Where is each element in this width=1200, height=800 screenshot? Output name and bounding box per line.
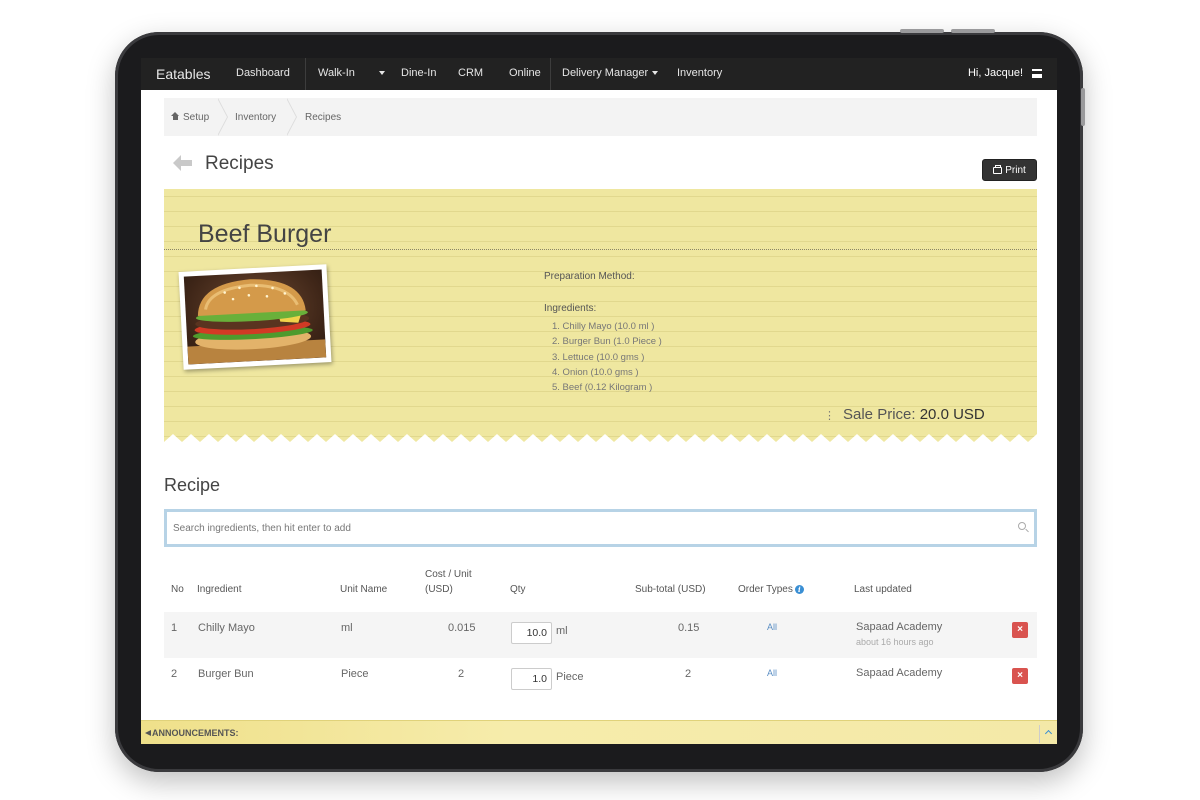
top-navbar: Eatables Dashboard Walk-In Dine-In CRM O…: [141, 58, 1057, 90]
back-arrow-icon[interactable]: [171, 154, 193, 172]
row-qty-unit: ml: [556, 625, 568, 637]
col-header-cost-usd: (USD): [425, 584, 453, 595]
nav-walk-in-label: Walk-In: [318, 67, 355, 79]
col-header-no: No: [171, 584, 184, 595]
table-row: 1 Chilly Mayo ml 0.015 ml 0.15 All Sapaa…: [164, 612, 1037, 658]
card-torn-edge: [164, 434, 1037, 442]
ingredient-item: 1. Chilly Mayo (10.0 ml ): [552, 321, 655, 332]
info-icon[interactable]: i: [794, 585, 804, 594]
breadcrumb-inventory[interactable]: Inventory: [235, 112, 276, 123]
breadcrumb-setup-label: Setup: [183, 112, 210, 123]
col-header-qty: Qty: [510, 584, 526, 595]
recipe-photo: [178, 264, 332, 370]
row-cost: 2: [458, 668, 465, 680]
col-header-unit-name: Unit Name: [340, 584, 388, 595]
col-header-cost-unit: Cost / Unit: [425, 569, 472, 580]
recipe-name: Beef Burger: [198, 220, 332, 248]
col-header-order-types-label: Order Types: [738, 584, 793, 595]
printer-icon: [993, 165, 1003, 174]
breadcrumb-recipes: Recipes: [305, 112, 342, 123]
nav-crm[interactable]: CRM: [458, 67, 483, 79]
sale-price-label: Sale Price:: [843, 406, 916, 423]
print-label: Print: [1005, 165, 1026, 176]
print-button[interactable]: Print: [982, 159, 1037, 181]
vertical-dots-icon: ⋮: [824, 410, 835, 422]
breadcrumb-setup[interactable]: Setup: [171, 112, 209, 123]
user-greeting[interactable]: Hi, Jacque!: [968, 67, 1023, 79]
card-divider: [164, 249, 1037, 250]
home-icon: [171, 112, 180, 121]
nav-online[interactable]: Online: [509, 67, 541, 79]
row-cost: 0.015: [448, 622, 476, 634]
row-ingredient: Chilly Mayo: [198, 622, 255, 634]
delete-button[interactable]: ×: [1012, 668, 1028, 684]
nav-delivery-manager[interactable]: Delivery Manager: [562, 67, 659, 79]
row-subtotal: 2: [685, 668, 692, 680]
ingredient-search: [164, 509, 1037, 547]
breadcrumb: Setup Inventory Recipes: [164, 98, 1037, 136]
nav-divider: [550, 58, 551, 90]
ingredient-item: 2. Burger Bun (1.0 Piece ): [552, 336, 662, 348]
ingredient-item: 5. Beef (0.12 Kilogram ): [552, 382, 653, 394]
row-subtotal: 0.15: [678, 622, 700, 634]
nav-delivery-manager-label: Delivery Manager: [562, 67, 649, 79]
announcements-text: ANNOUNCEMENTS:: [152, 728, 239, 738]
row-no: 2: [171, 668, 178, 680]
row-updated-by: Sapaad Academy: [856, 621, 943, 633]
search-icon[interactable]: [1018, 522, 1026, 530]
announcements-label: ANNOUNCEMENTS:: [145, 728, 239, 738]
nav-dashboard[interactable]: Dashboard: [236, 67, 290, 79]
row-updated-at: about 16 hours ago: [856, 637, 934, 647]
row-ingredient: Burger Bun: [198, 668, 254, 680]
ingredient-item: 4. Onion (10.0 gms ): [552, 366, 639, 378]
qty-input[interactable]: [511, 668, 552, 690]
nav-dine-in[interactable]: Dine-In: [401, 67, 436, 79]
announcements-bar: ANNOUNCEMENTS:: [141, 720, 1057, 744]
menu-icon[interactable]: [1032, 69, 1042, 78]
col-header-order-types: Order Types i: [738, 582, 804, 597]
recipe-section-title: Recipe: [164, 475, 221, 495]
ingredients-label: Ingredients:: [544, 303, 597, 314]
tablet-side-button: [1081, 88, 1085, 126]
chevron-down-icon: [652, 71, 659, 76]
ingredient-search-input[interactable]: [173, 516, 1013, 540]
delete-button[interactable]: ×: [1012, 622, 1028, 638]
megaphone-icon: [145, 730, 151, 736]
nav-inventory[interactable]: Inventory: [677, 67, 722, 79]
row-unit: Piece: [341, 668, 369, 680]
burger-image: [187, 279, 327, 365]
tablet-top-button: [900, 29, 944, 33]
row-qty-unit: Piece: [556, 671, 584, 683]
sale-price: ⋮ Sale Price: 20.0 USD: [824, 406, 985, 423]
nav-walk-in[interactable]: Walk-In: [318, 67, 385, 79]
app-screen: Eatables Dashboard Walk-In Dine-In CRM O…: [141, 58, 1057, 744]
table-row: 2 Burger Bun Piece 2 Piece 2 All Sapaad …: [164, 658, 1037, 704]
row-unit: ml: [341, 622, 353, 634]
qty-input[interactable]: [511, 622, 552, 644]
chevron-up-icon[interactable]: [1039, 725, 1057, 743]
order-types-link[interactable]: All: [767, 668, 777, 678]
tablet-top-button: [951, 29, 995, 33]
ingredient-item: 3. Lettuce (10.0 gms ): [552, 351, 645, 363]
page-title: Recipes: [205, 153, 274, 174]
nav-divider: [305, 58, 306, 90]
brand-logo[interactable]: Eatables: [156, 66, 210, 82]
recipe-card: Beef Burger Preparation Method: Ingredie…: [164, 189, 1037, 442]
row-updated-by: Sapaad Academy: [856, 667, 943, 679]
preparation-method-label: Preparation Method:: [544, 271, 635, 282]
order-types-link[interactable]: All: [767, 622, 777, 632]
sale-price-value: 20.0 USD: [919, 406, 985, 423]
col-header-ingredient: Ingredient: [197, 584, 242, 595]
row-no: 1: [171, 622, 178, 634]
chevron-down-icon[interactable]: [378, 71, 385, 76]
col-header-last-updated: Last updated: [854, 584, 912, 595]
col-header-subtotal: Sub-total (USD): [635, 584, 706, 595]
ingredients-list: 1. Chilly Mayo (10.0 ml ) 2. Burger Bun …: [552, 319, 662, 395]
